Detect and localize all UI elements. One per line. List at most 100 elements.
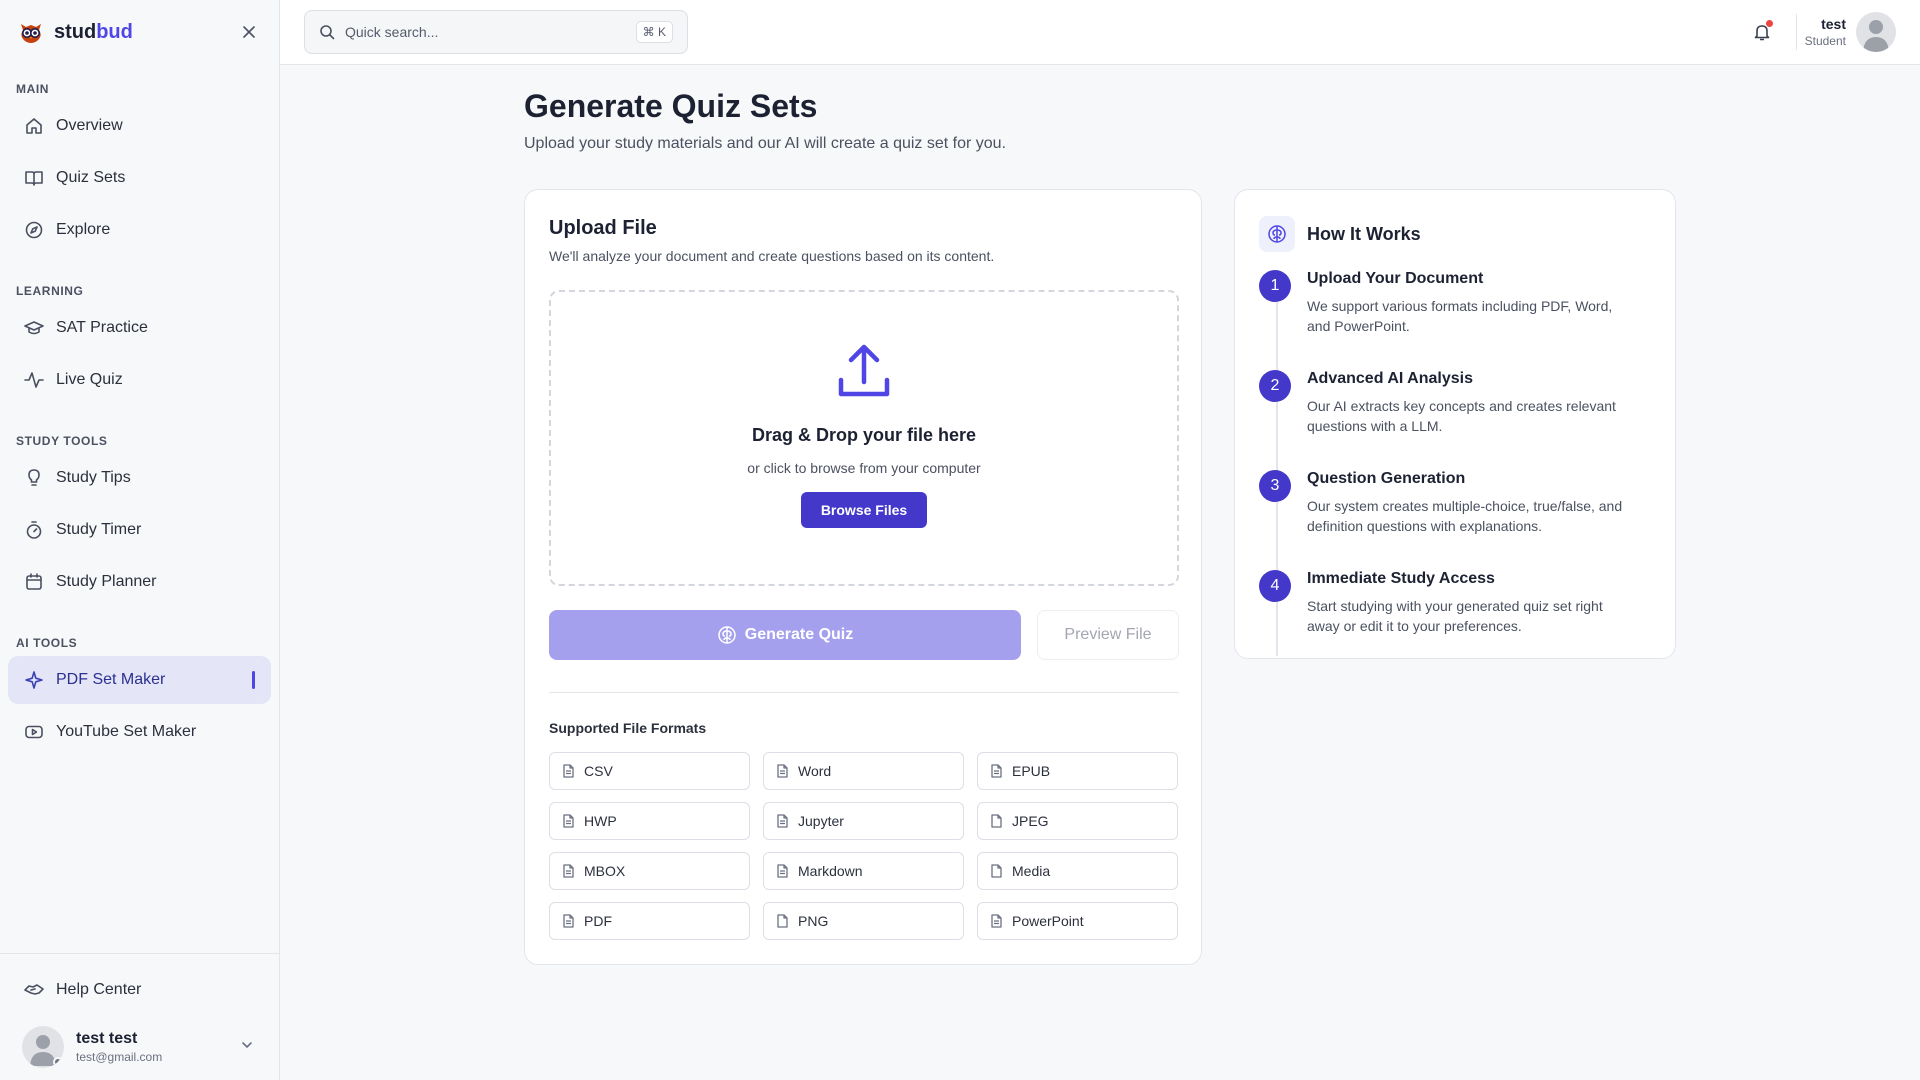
sidebar-item-help-center[interactable]: Help Center <box>8 966 271 1014</box>
sidebar-item-label: Study Tips <box>56 469 131 486</box>
lightbulb-icon <box>24 468 44 488</box>
format-label: PowerPoint <box>1012 913 1084 929</box>
browse-files-button[interactable]: Browse Files <box>800 492 928 528</box>
format-item: MBOX <box>549 852 750 890</box>
step-number: 1 <box>1259 270 1291 302</box>
generate-quiz-label: Generate Quiz <box>744 626 854 643</box>
format-item: CSV <box>549 752 750 790</box>
close-icon <box>243 26 255 38</box>
sidebar-item-study-tips[interactable]: Study Tips <box>8 454 271 502</box>
file-icon <box>774 913 790 929</box>
user-email: test@gmail.com <box>76 1050 163 1064</box>
how-it-works-title: How It Works <box>1307 223 1421 244</box>
avatar <box>1856 12 1896 52</box>
file-text-icon <box>774 763 790 779</box>
topbar-user-role: Student <box>1804 34 1846 48</box>
youtube-icon <box>24 722 44 742</box>
notifications-button[interactable] <box>1748 18 1776 46</box>
format-label: Jupyter <box>798 813 844 829</box>
format-item: PDF <box>549 902 750 940</box>
sidebar-item-overview[interactable]: Overview <box>8 102 271 150</box>
format-label: JPEG <box>1012 813 1049 829</box>
file-text-icon <box>560 863 576 879</box>
file-text-icon <box>560 763 576 779</box>
section-label-ai-tools: AI TOOLS <box>16 636 78 650</box>
owl-logo-icon[interactable] <box>16 17 46 47</box>
brain-icon <box>1259 216 1295 252</box>
step-description: Our AI extracts key concepts and creates… <box>1307 398 1616 434</box>
sidebar-item-label: Explore <box>56 221 111 238</box>
user-profile-card[interactable]: test test test@gmail.com <box>0 1014 279 1080</box>
search-placeholder: Quick search... <box>345 24 439 40</box>
sidebar-item-live-quiz[interactable]: Live Quiz <box>8 356 271 404</box>
sidebar-item-sat-practice[interactable]: SAT Practice <box>8 304 271 352</box>
calendar-icon <box>24 572 44 592</box>
divider <box>1796 14 1797 50</box>
brand-name[interactable]: studbud <box>54 21 133 44</box>
format-label: Media <box>1012 863 1051 879</box>
format-item: HWP <box>549 802 750 840</box>
file-text-icon <box>988 913 1004 929</box>
sidebar: studbud MAIN Overview Quiz Sets Explore <box>0 0 280 1080</box>
topbar-user-menu[interactable]: test Student <box>1805 12 1896 52</box>
step-title: Advanced AI Analysis <box>1307 370 1473 387</box>
format-item: PNG <box>763 902 964 940</box>
format-label: Markdown <box>798 863 863 879</box>
status-dot <box>53 1057 63 1067</box>
step-title: Question Generation <box>1307 470 1466 487</box>
page-title: Generate Quiz Sets <box>524 88 818 124</box>
upload-card: Upload File We'll analyze your document … <box>524 189 1202 965</box>
home-icon <box>24 116 44 136</box>
upload-icon <box>835 342 893 405</box>
sidebar-item-label: YouTube Set Maker <box>56 723 197 740</box>
sidebar-item-label: Live Quiz <box>56 371 123 388</box>
sidebar-item-youtube-set-maker[interactable]: YouTube Set Maker <box>8 708 271 756</box>
graduation-cap-icon <box>24 318 44 338</box>
sidebar-item-label: Overview <box>56 117 123 134</box>
format-item: PowerPoint <box>977 902 1178 940</box>
avatar <box>22 1026 64 1068</box>
format-item: EPUB <box>977 752 1178 790</box>
file-text-icon <box>560 813 576 829</box>
divider <box>549 692 1179 693</box>
file-icon <box>988 863 1004 879</box>
sidebar-item-label: PDF Set Maker <box>56 671 166 688</box>
sparkle-icon <box>24 670 44 690</box>
format-label: HWP <box>584 813 617 829</box>
brain-icon <box>717 625 737 645</box>
sidebar-item-label: Study Timer <box>56 521 142 538</box>
format-label: Word <box>798 763 832 779</box>
sidebar-item-label: Help Center <box>56 981 142 998</box>
sidebar-item-study-timer[interactable]: Study Timer <box>8 506 271 554</box>
sidebar-item-label: Quiz Sets <box>56 169 126 186</box>
topbar: Quick search... ⌘ K test Student <box>280 0 1920 65</box>
step-number: 2 <box>1259 370 1291 402</box>
step-description: Start studying with your generated quiz … <box>1307 598 1603 634</box>
sidebar-item-study-planner[interactable]: Study Planner <box>8 558 271 606</box>
file-icon <box>988 813 1004 829</box>
sidebar-item-pdf-set-maker[interactable]: PDF Set Maker <box>8 656 271 704</box>
file-text-icon <box>988 763 1004 779</box>
sidebar-item-quiz-sets[interactable]: Quiz Sets <box>8 154 271 202</box>
formats-grid: CSV Word EPUB HWP Jupyter JPEG MBOX Mark… <box>549 752 1179 940</box>
formats-label: Supported File Formats <box>549 720 707 736</box>
user-silhouette-icon <box>1863 20 1889 52</box>
step-description: Our system creates multiple-choice, true… <box>1307 498 1623 534</box>
step-number: 4 <box>1259 570 1291 602</box>
search-icon <box>319 24 335 40</box>
chevron-down-icon[interactable] <box>239 1037 255 1058</box>
file-dropzone[interactable]: Drag & Drop your file here or click to b… <box>549 290 1179 586</box>
preview-file-button[interactable]: Preview File <box>1037 610 1179 660</box>
main-content: Generate Quiz Sets Upload your study mat… <box>280 65 1920 1080</box>
generate-quiz-button[interactable]: Generate Quiz <box>549 610 1021 660</box>
file-text-icon <box>560 913 576 929</box>
dropzone-subtitle: or click to browse from your computer <box>747 460 981 476</box>
search-input[interactable]: Quick search... ⌘ K <box>304 10 688 54</box>
how-it-works-card: How It Works 1 Upload Your Document We s… <box>1234 189 1676 659</box>
stopwatch-icon <box>24 520 44 540</box>
sidebar-item-explore[interactable]: Explore <box>8 206 271 254</box>
file-text-icon <box>774 863 790 879</box>
step-title: Upload Your Document <box>1307 270 1484 287</box>
close-sidebar-button[interactable] <box>235 18 263 46</box>
step-number: 3 <box>1259 470 1291 502</box>
